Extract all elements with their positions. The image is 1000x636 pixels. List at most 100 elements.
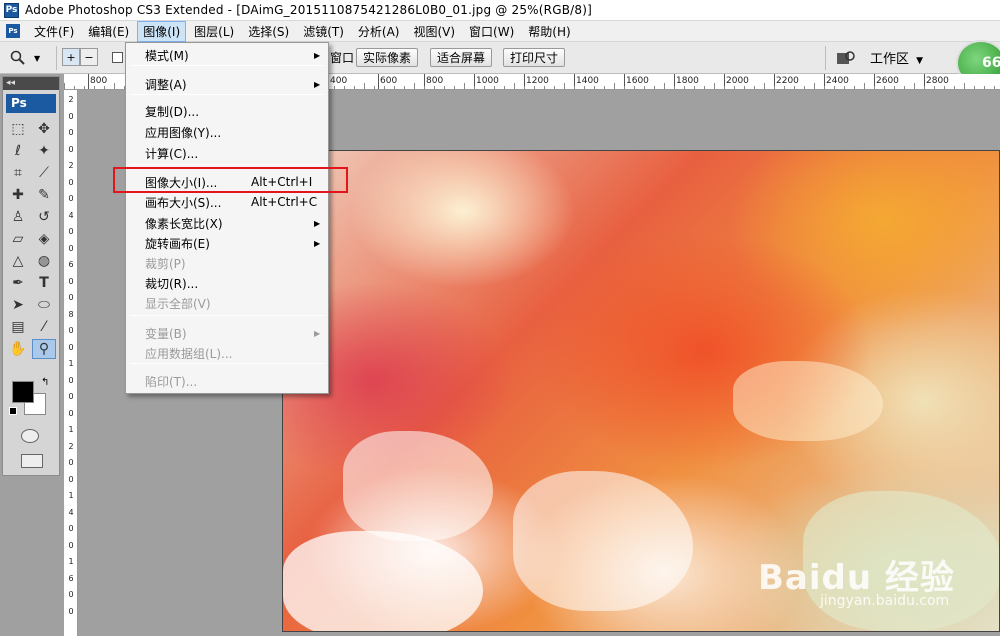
- pen-tool-icon[interactable]: ✒: [6, 273, 30, 293]
- ruler-tick-label: 0: [68, 144, 74, 154]
- menu-item-label: 陷印(T)...: [145, 374, 198, 389]
- notes-tool-icon[interactable]: ▤: [6, 317, 30, 337]
- menu-item-6[interactable]: 画布大小(S)... Alt+Ctrl+C: [126, 192, 328, 212]
- ruler-minor-tick: [104, 86, 105, 89]
- menu-item-10[interactable]: 裁切(R)...: [126, 273, 328, 293]
- menu-item-label: 调整(A): [145, 77, 187, 92]
- default-colors-icon[interactable]: [9, 407, 17, 415]
- hand-tool-icon[interactable]: ✋: [6, 339, 30, 359]
- menu-view[interactable]: 视图(V): [407, 21, 461, 42]
- ruler-minor-tick: [364, 83, 365, 89]
- menu-item-2[interactable]: 复制(D)...: [126, 101, 328, 121]
- foreground-color-swatch[interactable]: [12, 381, 34, 403]
- ruler-minor-tick: [764, 83, 765, 89]
- menu-file[interactable]: 文件(F): [28, 21, 80, 42]
- ruler-minor-tick: [544, 86, 545, 89]
- zoom-in-icon[interactable]: +: [62, 48, 80, 66]
- menu-help[interactable]: 帮助(H): [522, 21, 576, 42]
- move-tool-icon[interactable]: ✥: [32, 119, 56, 139]
- resize-windows-checkbox[interactable]: [112, 52, 123, 63]
- brush-tool-icon[interactable]: ✎: [32, 185, 56, 205]
- ruler-minor-tick: [964, 83, 965, 89]
- menu-item-1[interactable]: 调整(A) ▶: [126, 74, 328, 94]
- menu-item-3[interactable]: 应用图像(Y)...: [126, 122, 328, 142]
- menu-item-4[interactable]: 计算(C)...: [126, 143, 328, 163]
- slice-tool-icon[interactable]: ⟋: [32, 163, 56, 183]
- ruler-minor-tick: [744, 86, 745, 89]
- panel-collapse-icon[interactable]: ◂◂: [3, 77, 59, 90]
- chevron-down-icon: ▼: [34, 53, 41, 63]
- menu-item-8[interactable]: 旋转画布(E) ▶: [126, 233, 328, 253]
- fit-screen-button[interactable]: 适合屏幕: [430, 48, 493, 67]
- menu-filter[interactable]: 滤镜(T): [297, 21, 350, 42]
- ruler-minor-tick: [414, 83, 415, 89]
- menu-analysis[interactable]: 分析(A): [352, 21, 406, 42]
- menu-edit[interactable]: 编辑(E): [82, 21, 135, 42]
- zoom-out-icon[interactable]: −: [80, 48, 98, 66]
- shape-tool-icon[interactable]: ⬭: [32, 295, 56, 315]
- ruler-tick-label: 0: [68, 342, 74, 352]
- ruler-minor-tick: [614, 83, 615, 89]
- menu-separator: [130, 94, 324, 95]
- ruler-tick-label: 0: [68, 590, 74, 599]
- menu-item-7[interactable]: 像素长宽比(X) ▶: [126, 213, 328, 233]
- ruler-minor-tick: [714, 83, 715, 89]
- blur-tool-icon[interactable]: △: [6, 251, 30, 271]
- ruler-tick-label: 0: [68, 276, 74, 286]
- ruler-minor-tick: [554, 86, 555, 89]
- file-browser-icon[interactable]: [836, 50, 856, 69]
- menu-item-label: 变量(B): [145, 326, 187, 341]
- lasso-tool-icon[interactable]: ℓ: [6, 141, 30, 161]
- print-size-button[interactable]: 打印尺寸: [503, 48, 566, 67]
- magic-wand-icon[interactable]: ✦: [32, 141, 56, 161]
- path-selection-icon[interactable]: ➤: [6, 295, 30, 315]
- menu-layer[interactable]: 图层(L): [188, 21, 240, 42]
- tool-preset-picker[interactable]: ▼: [10, 48, 50, 68]
- screen-mode-icon[interactable]: [21, 454, 43, 468]
- crop-tool-icon[interactable]: ⌗: [6, 163, 30, 183]
- zoom-tool-icon[interactable]: ⚲: [32, 339, 56, 359]
- ruler-minor-tick: [464, 83, 465, 89]
- workspace-dropdown[interactable]: 工作区 ▼: [870, 48, 923, 67]
- menu-image[interactable]: 图像(I): [137, 20, 187, 42]
- ruler-tick-label: 1: [68, 359, 74, 368]
- paint-bucket-icon[interactable]: ◈: [32, 229, 56, 249]
- ruler-tick-label: 400: [330, 76, 348, 86]
- eraser-tool-icon[interactable]: ▱: [6, 229, 30, 249]
- history-brush-icon[interactable]: ↺: [32, 207, 56, 227]
- ruler-minor-tick: [444, 86, 445, 89]
- ruler-tick-label: 2: [68, 441, 74, 451]
- healing-brush-icon[interactable]: ✚: [6, 185, 30, 205]
- menu-window[interactable]: 窗口(W): [463, 21, 520, 42]
- chevron-down-icon: ▼: [916, 56, 924, 66]
- ruler-minor-tick: [584, 86, 585, 89]
- menu-select[interactable]: 选择(S): [242, 21, 295, 42]
- app-menu-icon[interactable]: Ps: [6, 24, 20, 38]
- tools-panel: ◂◂ Ps ⬚ ✥ ℓ ✦ ⌗ ⟋ ✚ ✎ ♙ ↺ ▱ ◈ △ ◍ ✒ T ➤ …: [2, 76, 60, 476]
- ruler-tick-label: 0: [68, 540, 74, 550]
- dodge-tool-icon[interactable]: ◍: [32, 251, 56, 271]
- ruler-tick-label: 6: [68, 573, 74, 583]
- swap-colors-icon[interactable]: ↰: [41, 377, 49, 388]
- type-tool-icon[interactable]: T: [32, 273, 56, 293]
- actual-pixels-button[interactable]: 实际像素: [356, 48, 419, 67]
- ruler-minor-tick: [974, 86, 975, 89]
- annotation-highlight-box: [113, 167, 348, 193]
- ruler-minor-tick: [774, 86, 775, 89]
- menu-item-0[interactable]: 模式(M) ▶: [126, 45, 328, 65]
- ruler-tick-label: 2600: [876, 76, 899, 86]
- quick-mask-icon[interactable]: [21, 429, 39, 443]
- menu-item-label: 裁剪(P): [145, 256, 186, 271]
- eyedropper-icon[interactable]: ⁄: [32, 317, 56, 337]
- watercolor-splash: [513, 471, 693, 611]
- ruler-tick-label: 0: [68, 194, 74, 203]
- separator: [56, 46, 57, 70]
- ruler-minor-tick: [94, 86, 95, 89]
- watercolor-splash: [733, 361, 883, 441]
- marquee-tool-icon[interactable]: ⬚: [6, 119, 30, 139]
- photoshop-app-icon: Ps: [4, 2, 19, 18]
- menu-separator: [130, 164, 324, 165]
- zoom-tool-icon: [10, 50, 25, 65]
- ruler-minor-tick: [434, 86, 435, 89]
- clone-stamp-icon[interactable]: ♙: [6, 207, 30, 227]
